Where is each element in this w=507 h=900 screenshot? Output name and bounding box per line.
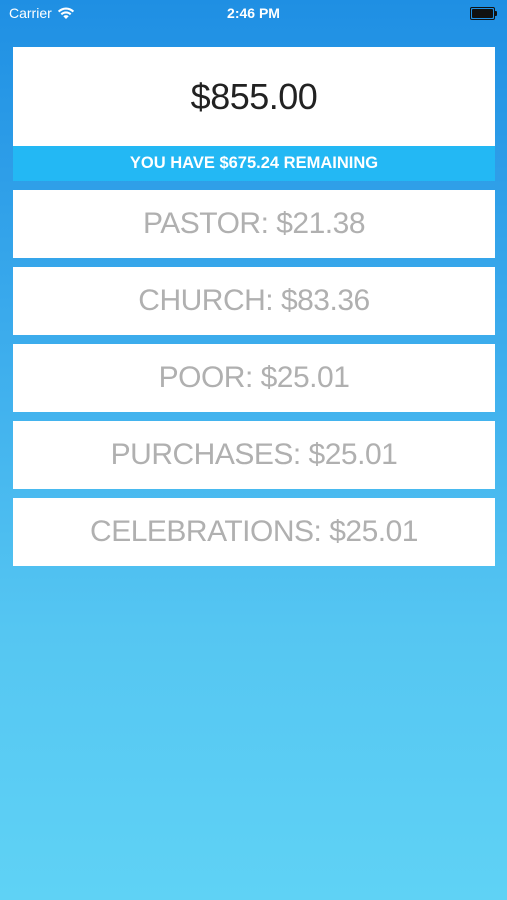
total-amount[interactable]: $855.00 [13,47,495,146]
status-bar: Carrier 2:46 PM [0,0,507,28]
category-purchases[interactable]: PURCHASES: $25.01 [13,421,495,489]
category-celebrations[interactable]: CELEBRATIONS: $25.01 [13,498,495,566]
category-poor[interactable]: POOR: $25.01 [13,344,495,412]
status-time: 2:46 PM [227,5,280,21]
category-church[interactable]: CHURCH: $83.36 [13,267,495,335]
total-card[interactable]: $855.00 YOU HAVE $675.24 REMAINING [13,47,495,181]
category-pastor[interactable]: PASTOR: $21.38 [13,190,495,258]
remaining-banner: YOU HAVE $675.24 REMAINING [13,146,495,181]
battery-icon [470,7,498,20]
